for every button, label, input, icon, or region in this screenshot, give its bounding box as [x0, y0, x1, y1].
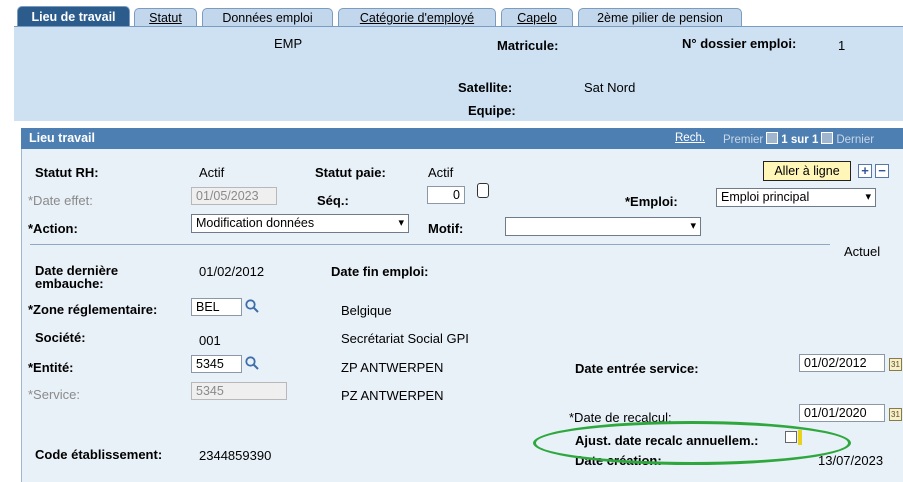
date-entree-service-field[interactable]: 01/02/2012	[799, 354, 885, 372]
date-creation-value: 13/07/2023	[818, 453, 884, 468]
chevron-down-icon: ▾	[865, 191, 871, 203]
tab-capelo[interactable]: Capelo	[501, 8, 573, 26]
equipe-label: Equipe:	[468, 103, 516, 118]
date-effet-field: 01/05/2023	[191, 187, 277, 205]
statut-paie-value: Actif	[428, 165, 454, 180]
page-info: 1 sur 1	[781, 134, 819, 146]
tab-statut[interactable]: Statut	[134, 8, 197, 26]
chevron-down-icon: ▾	[398, 217, 404, 229]
search-icon[interactable]	[244, 298, 260, 314]
search-icon[interactable]	[244, 355, 260, 371]
action-value: Modification données	[196, 216, 315, 230]
service-description: PZ ANTWERPEN	[341, 388, 444, 403]
prev-arrow-icon[interactable]	[766, 132, 779, 144]
seq-label: Séq.:	[317, 193, 349, 208]
action-label: *Action:	[28, 221, 78, 236]
entite-label: *Entité:	[28, 360, 74, 375]
tab-categorie-label: Catégorie d'employé	[359, 11, 475, 25]
service-label: *Service:	[28, 387, 81, 402]
pager: Premier 1 sur 1 Dernier	[723, 132, 874, 146]
notepad-icon[interactable]	[477, 183, 489, 198]
tab-2eme-pilier[interactable]: 2ème pilier de pension	[578, 8, 742, 26]
tab-capelo-label: Capelo	[517, 11, 557, 25]
matricule-label: Matricule:	[497, 38, 559, 53]
section-separator	[30, 244, 830, 245]
premier-label[interactable]: Premier	[723, 134, 763, 146]
statut-paie-label: Statut paie:	[315, 165, 386, 180]
highlight-oval	[533, 421, 851, 465]
emp-label: EMP	[274, 36, 303, 51]
tab-bar: Lieu de travail Statut Données emploi Ca…	[0, 0, 903, 27]
date-entree-service-label: Date entrée service:	[575, 361, 699, 376]
service-field: 5345	[191, 382, 287, 400]
add-row-button[interactable]: +	[858, 164, 872, 178]
emploi-label: *Emploi:	[625, 194, 678, 209]
dernier-label[interactable]: Dernier	[836, 134, 874, 146]
seq-field[interactable]: 0	[427, 186, 465, 204]
tab-statut-label: Statut	[149, 11, 182, 25]
emploi-value: Emploi principal	[721, 190, 810, 204]
section-title: Lieu travail	[29, 131, 95, 145]
date-recalcul-field[interactable]: 01/01/2020	[799, 404, 885, 422]
societe-label: Société:	[35, 330, 86, 345]
satellite-label: Satellite:	[458, 80, 513, 95]
tab-lieu-de-travail[interactable]: Lieu de travail	[17, 6, 130, 27]
statut-rh-label: Statut RH:	[35, 165, 99, 180]
code-etablissement-value: 2344859390	[199, 448, 272, 463]
remove-row-button[interactable]: −	[875, 164, 889, 178]
actuel-label: Actuel	[844, 244, 881, 259]
zone-reglementaire-field[interactable]: BEL	[191, 298, 242, 316]
calendar-icon[interactable]: 31	[889, 358, 902, 371]
chevron-down-icon: ▾	[690, 220, 696, 232]
aller-a-ligne-button[interactable]: Aller à ligne	[763, 161, 851, 181]
date-fin-emploi-label: Date fin emploi:	[331, 264, 429, 279]
code-etablissement-label: Code établissement:	[35, 447, 163, 462]
next-arrow-icon[interactable]	[821, 132, 834, 144]
emploi-select[interactable]: Emploi principal ▾	[716, 188, 876, 207]
date-effet-label: *Date effet:	[28, 193, 93, 208]
societe-value: 001	[199, 333, 221, 348]
societe-description: Secrétariat Social GPI	[341, 331, 469, 346]
rech-link[interactable]: Rech.	[675, 132, 705, 144]
calendar-icon[interactable]: 31	[889, 408, 902, 421]
statut-rh-value: Actif	[199, 165, 225, 180]
tab-categorie-employe[interactable]: Catégorie d'employé	[338, 8, 496, 26]
entite-field[interactable]: 5345	[191, 355, 242, 373]
entite-description: ZP ANTWERPEN	[341, 360, 444, 375]
action-select[interactable]: Modification données ▾	[191, 214, 409, 233]
dossier-value: 1	[838, 38, 846, 53]
date-derniere-embauche-label: Date dernière embauche:	[35, 263, 119, 291]
zone-description: Belgique	[341, 303, 392, 318]
dossier-label: N° dossier emploi:	[682, 36, 797, 51]
satellite-value: Sat Nord	[584, 80, 636, 95]
tab-donnees-emploi[interactable]: Données emploi	[202, 8, 333, 26]
motif-select[interactable]: ▾	[505, 217, 701, 236]
zone-reglementaire-label: *Zone réglementaire:	[28, 302, 158, 317]
motif-label: Motif:	[428, 221, 464, 236]
section-bar: Lieu travail Rech. Premier 1 sur 1 Dernier	[21, 128, 903, 149]
date-derniere-embauche-value: 01/02/2012	[199, 264, 265, 279]
